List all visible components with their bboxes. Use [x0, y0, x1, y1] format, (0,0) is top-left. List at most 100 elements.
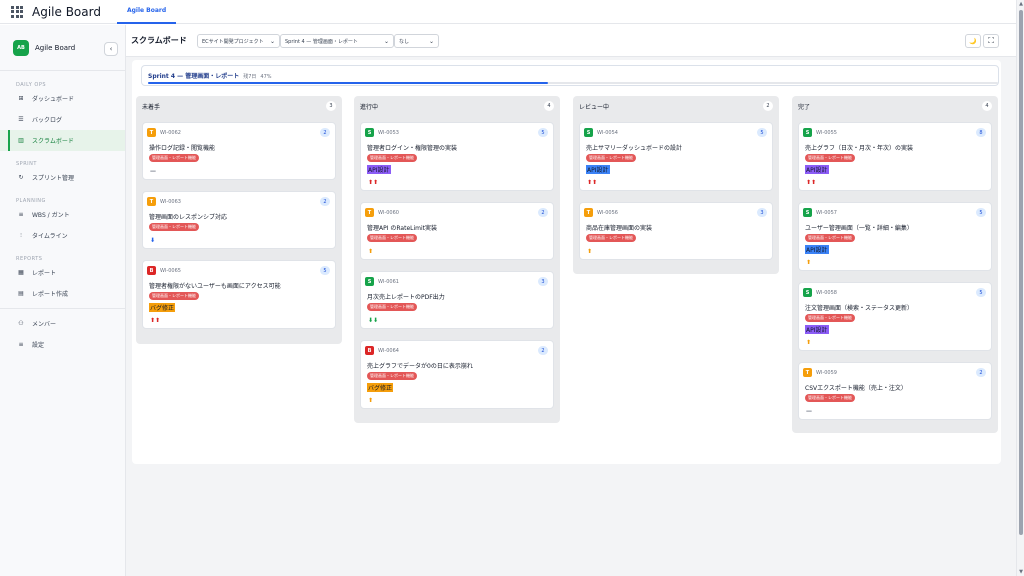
type-badge: T	[147, 128, 156, 137]
column-header: 未着手 3	[142, 96, 336, 116]
project-select[interactable]: ECサイト開発プロジェクト ⌄	[197, 34, 280, 48]
fullscreen-button[interactable]: ⛶	[983, 34, 999, 48]
epic-tag: 管理画面・レポート機能	[586, 234, 636, 242]
sidebar-divider	[0, 308, 125, 309]
page-scrollbar[interactable]: ▲ ▼	[1016, 0, 1024, 576]
work-item-id[interactable]: WI-0053	[378, 130, 399, 136]
work-item-card[interactable]: S WI-0058 5 注文管理画面（検索・ステータス更新） 管理画面・レポート機能 AP…	[798, 282, 992, 351]
chart-icon: ▦	[18, 269, 24, 276]
sidebar-item-settings[interactable]: ≡ 設定	[0, 334, 125, 355]
story-points-badge: 5	[757, 128, 767, 137]
gantt-icon: ≡	[18, 211, 24, 218]
epic-tag: 管理画面・レポート機能	[367, 154, 417, 162]
story-points-badge: 2	[538, 208, 548, 217]
sidebar-item-gantt[interactable]: ≡ WBS / ガント	[0, 204, 125, 225]
scroll-up-arrow-icon[interactable]: ▲	[1018, 1, 1024, 7]
work-item-card[interactable]: S WI-0061 3 月次売上レポートのPDF出力 管理画面・レポート機能 ⬇⬇	[360, 271, 554, 329]
sidebar-item-label: バックログ	[32, 117, 63, 124]
column-header: 完了 4	[798, 96, 992, 116]
work-item-card[interactable]: T WI-0059 2 CSVエクスポート機能（売上・注文） 管理画面・レポート機能 —	[798, 362, 992, 420]
sidebar-item-refresh[interactable]: ↻ スプリント管理	[0, 167, 125, 188]
brand-name: Agile Board	[35, 43, 76, 52]
story-points-badge: 5	[976, 208, 986, 217]
sprint-select[interactable]: Sprint 4 — 管理画面・レポート ⌄	[280, 34, 394, 48]
card-title: 管理API のRateLimit実装	[367, 225, 438, 232]
type-badge: S	[803, 288, 812, 297]
scroll-down-arrow-icon[interactable]: ▼	[1018, 569, 1024, 575]
sidebar-item-label: スプリント管理	[32, 175, 75, 182]
sidebar-item-grid[interactable]: ⊞ ダッシュボード	[0, 88, 125, 109]
card-title: ユーザー管理画面（一覧・詳細・編集）	[805, 225, 913, 232]
sprint-name-wrap: Sprint 4 — 管理画面・レポート 残7日 47%	[148, 71, 272, 80]
work-item-card[interactable]: S WI-0055 8 売上グラフ（日次・月次・年次）の実装 管理画面・レポート機能 AP…	[798, 122, 992, 191]
work-item-card[interactable]: T WI-0060 2 管理API のRateLimit実装 管理画面・レポート機能 ⬆	[360, 202, 554, 260]
epic-tag: 管理画面・レポート機能	[367, 234, 417, 242]
type-badge: S	[803, 128, 812, 137]
work-item-id[interactable]: WI-0056	[597, 210, 618, 216]
column-count-badge: 3	[326, 101, 336, 111]
label-tag: API設計	[367, 165, 391, 174]
filter-select-value: なし	[399, 38, 410, 45]
priority-icon: ⬆	[587, 248, 593, 255]
sprint-progress-bar	[148, 82, 998, 84]
sidebar-item-list[interactable]: ☰ バックログ	[0, 109, 125, 130]
theme-toggle-button[interactable]: 🌙	[965, 34, 981, 48]
sidebar-item-timeline[interactable]: ⫶ タイムライン	[0, 225, 125, 246]
priority-icon: ⬇⬇	[368, 317, 379, 324]
work-item-id[interactable]: WI-0060	[378, 210, 399, 216]
work-item-card[interactable]: S WI-0057 5 ユーザー管理画面（一覧・詳細・編集） 管理画面・レポート機能 AP…	[798, 202, 992, 271]
top-bar: Agile Board Agile Board	[0, 0, 1016, 24]
work-item-card[interactable]: B WI-0065 5 管理者権限がないユーザーも画面にアクセス可能 管理画面・レポート…	[142, 260, 336, 329]
sidebar-item-label: レポート	[32, 270, 57, 277]
type-badge: T	[147, 197, 156, 206]
work-item-id[interactable]: WI-0062	[160, 130, 181, 136]
filter-select[interactable]: なし ⌄	[394, 34, 439, 48]
work-item-id[interactable]: WI-0054	[597, 130, 618, 136]
label-tag: バグ修正	[367, 383, 394, 392]
work-item-id[interactable]: WI-0061	[378, 279, 399, 285]
epic-tag: 管理画面・レポート機能	[586, 154, 636, 162]
work-item-id[interactable]: WI-0058	[816, 290, 837, 296]
sidebar-item-doc[interactable]: ▤ レポート作成	[0, 283, 125, 304]
tab-agile-board[interactable]: Agile Board	[116, 0, 177, 24]
work-item-id[interactable]: WI-0059	[816, 370, 837, 376]
sprint-name: Sprint 4 — 管理画面・レポート	[148, 73, 240, 80]
grid-icon: ⊞	[18, 95, 24, 102]
work-item-id[interactable]: WI-0057	[816, 210, 837, 216]
work-item-id[interactable]: WI-0055	[816, 130, 837, 136]
card-title: CSVエクスポート機能（売上・注文）	[805, 385, 907, 392]
work-item-id[interactable]: WI-0065	[160, 268, 181, 274]
scroll-thumb[interactable]	[1019, 10, 1023, 535]
work-item-card[interactable]: T WI-0063 2 管理画面のレスポンシブ対応 管理画面・レポート機能 ⬇	[142, 191, 336, 249]
sidebar-item-board[interactable]: ▥ スクラムボード	[0, 130, 125, 151]
work-item-card[interactable]: S WI-0054 5 売上サマリーダッシュボードの設計 管理画面・レポート機能 API設…	[579, 122, 773, 191]
sidebar-item-users[interactable]: ⚇ メンバー	[0, 313, 125, 334]
work-item-id[interactable]: WI-0064	[378, 348, 399, 354]
priority-icon: —	[806, 408, 812, 415]
column-title: レビュー中	[579, 103, 610, 111]
work-item-card[interactable]: T WI-0062 2 操作ログ記録・閲覧機能 管理画面・レポート機能 —	[142, 122, 336, 180]
card-header: S WI-0054	[584, 128, 618, 137]
card-title: 月次売上レポートのPDF出力	[367, 294, 445, 301]
epic-tag: 管理画面・レポート機能	[805, 154, 855, 162]
section-label: PLANNING	[16, 198, 46, 204]
board-column: 完了 4 S WI-0055 8 売上グラフ（日次・月次・年次）の実装 管理画面・レポート機…	[792, 96, 998, 433]
card-header: T WI-0060	[365, 208, 399, 217]
section-label: SPRINT	[16, 161, 37, 167]
card-title: 操作ログ記録・閲覧機能	[149, 145, 216, 152]
board-icon: ▥	[18, 137, 24, 144]
work-item-id[interactable]: WI-0063	[160, 199, 181, 205]
work-item-card[interactable]: S WI-0053 5 管理者ログイン・権限管理の実装 管理画面・レポート機能 API設計…	[360, 122, 554, 191]
sidebar-collapse-button[interactable]: ‹	[104, 42, 118, 56]
priority-icon: ⬇	[150, 237, 156, 244]
fullscreen-icon: ⛶	[988, 36, 994, 45]
priority-icon: ⬆⬆	[806, 179, 817, 186]
epic-tag: 管理画面・レポート機能	[149, 154, 199, 162]
work-item-card[interactable]: T WI-0056 3 商品在庫管理画面の実装 管理画面・レポート機能 ⬆	[579, 202, 773, 260]
sidebar-item-chart[interactable]: ▦ レポート	[0, 262, 125, 283]
work-item-card[interactable]: B WI-0064 2 売上グラフでデータが0の日に表示崩れ 管理画面・レポート機能 バグ…	[360, 340, 554, 409]
chevron-down-icon: ⌄	[383, 37, 389, 45]
priority-icon: ⬆	[806, 259, 812, 266]
story-points-badge: 5	[320, 266, 330, 275]
apps-grid-icon[interactable]	[11, 5, 23, 18]
